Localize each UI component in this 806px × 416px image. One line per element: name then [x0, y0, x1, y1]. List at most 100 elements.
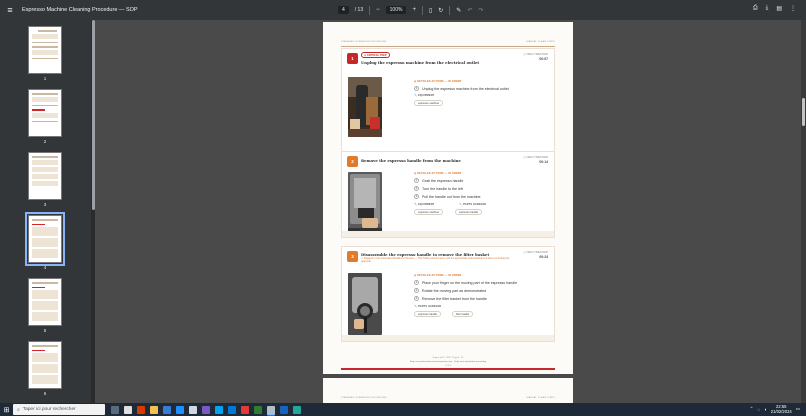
equipment-chip: espresso machine [414, 209, 444, 215]
card-footer [342, 231, 554, 237]
page-footer-note: Steps are performed by trained operators… [409, 361, 487, 363]
app-icon[interactable] [280, 405, 288, 414]
clock-date: 21/02/2024 [770, 409, 792, 414]
sidebar-scrollbar[interactable] [91, 20, 95, 403]
action-item: 2 Turn the handle to the left [414, 186, 463, 191]
app-icon[interactable] [241, 405, 249, 414]
edge-icon[interactable] [293, 405, 301, 414]
app-icon[interactable] [254, 405, 262, 414]
app-icon[interactable] [163, 405, 171, 414]
page-header-left: STANDARD OPERATING PROCEDURE [341, 397, 387, 399]
save-copy-icon[interactable]: ⎙ [753, 5, 758, 12]
thumbnail-label: 1 [43, 76, 47, 81]
page-thumbnail[interactable] [28, 152, 62, 200]
app-icon[interactable] [215, 405, 223, 414]
step-photo [348, 172, 382, 232]
taskbar-apps [111, 405, 301, 414]
thumbnail-label: 4 [43, 265, 47, 270]
taskbar-search[interactable]: ⌕ Taper ici pour rechercher [13, 404, 105, 415]
card-footer [342, 335, 554, 341]
app-icon[interactable] [202, 405, 210, 414]
zoom-input[interactable]: 100% [385, 6, 407, 14]
page-footer-number: 4 / 13 [445, 365, 451, 367]
page-header: STANDARD OPERATING PROCEDURE MANUAL CLEA… [341, 397, 555, 399]
clock[interactable]: 22:55 21/02/2024 [771, 404, 792, 414]
windows-start-icon[interactable]: ⊞ [0, 406, 13, 414]
search-icon: ⌕ [17, 407, 20, 413]
page-thumbnail[interactable] [28, 341, 62, 389]
system-tray: ⌃ ◌ ◖ 22:55 21/02/2024 ▭ [750, 404, 800, 414]
page-header-right: MANUAL CLEAN STEPS [526, 41, 555, 43]
pdf-page: STANDARD OPERATING PROCEDURE MANUAL CLEA… [323, 22, 573, 374]
app-icon[interactable] [124, 405, 132, 414]
pdf-viewer-icon[interactable] [267, 405, 275, 414]
page-header-right: MANUAL CLEAN STEPS [526, 397, 555, 399]
video-timestamp-label: ◷ VIDEO TIMESTAMP [523, 53, 548, 56]
step-number: 1 [347, 53, 358, 64]
action-item: 1 Grab the espresso handle [414, 178, 464, 183]
equipment-label: 🔧 EQUIPMENT [414, 203, 435, 206]
page-thumbnail[interactable] [28, 26, 62, 74]
fit-page-icon[interactable]: ▯ [429, 7, 432, 14]
redo-icon[interactable]: ↷ [478, 7, 483, 14]
menu-icon[interactable]: ≡ [0, 5, 20, 15]
page-footer: Page 4 of 13 · SOP · Page 4 · 13 [432, 357, 464, 359]
main-scrollbar[interactable] [801, 20, 806, 403]
page-thumbnail[interactable] [28, 89, 62, 137]
step-card: 1 ⚠ CRITICAL STEP Unplug the espresso ma… [341, 48, 555, 166]
step-number: 2 [347, 156, 358, 167]
video-timestamp-label: ◷ VIDEO TIMESTAMP [523, 251, 548, 254]
windows-taskbar: ⊞ ⌕ Taper ici pour rechercher ⌃ ◌ ◖ 22:5… [0, 403, 806, 416]
app-icon[interactable] [176, 405, 184, 414]
action-item: 2 Rotate the moving part as demonstrated [414, 288, 487, 293]
video-timestamp-label: ◷ VIDEO TIMESTAMP [523, 156, 548, 159]
divider [421, 5, 423, 15]
action-item: 3 Remove the filter basket from the handl… [414, 296, 487, 301]
page-controls: 4 / 13 − 100% + ▯ ↻ ✎ ↶ ↷ [338, 4, 483, 16]
video-timestamp: 00:07 [539, 57, 548, 61]
undo-icon[interactable]: ↶ [467, 7, 472, 14]
volume-icon[interactable]: ◖ [764, 407, 767, 412]
print-icon[interactable]: ▤ [776, 5, 782, 12]
pdf-page-next: STANDARD OPERATING PROCEDURE MANUAL CLEA… [323, 378, 573, 403]
chevron-up-icon[interactable]: ⌃ [750, 406, 754, 412]
detailed-actions-label: ◎ DETAILED ACTIONS — IN ORDER [414, 80, 462, 83]
file-explorer-icon[interactable] [150, 405, 158, 414]
page-header-left: STANDARD OPERATING PROCEDURE [341, 41, 387, 43]
search-placeholder: Taper ici pour rechercher [22, 407, 76, 412]
draw-icon[interactable]: ✎ [456, 7, 461, 14]
app-icon[interactable] [137, 405, 145, 414]
zoom-out-button[interactable]: − [376, 7, 380, 13]
parts-handled-label: 🔧 PARTS HANDLED [414, 305, 442, 308]
divider [369, 5, 371, 15]
warning-text: ⚠ Flagged in the Automated Readiness Rev… [361, 257, 510, 264]
video-timestamp: 00:24 [539, 255, 548, 259]
task-view-icon[interactable] [111, 405, 119, 414]
action-item: 1 Place your finger on the moving part of… [414, 280, 518, 285]
vscode-icon[interactable] [228, 405, 236, 414]
action-item: 1 Unplug the espresso machine from the el… [414, 86, 509, 91]
page-thumbnail-active[interactable] [25, 212, 65, 266]
network-icon[interactable]: ◌ [757, 407, 760, 412]
page-thumbnail[interactable] [28, 278, 62, 326]
zoom-in-button[interactable]: + [412, 7, 416, 13]
download-icon[interactable]: ⤓ [766, 5, 769, 12]
thumbnail-label: 3 [43, 202, 47, 207]
pdf-toolbar: ≡ Espresso Machine Cleaning Procedure — … [0, 0, 806, 20]
page-total: / 13 [354, 7, 364, 13]
step-title: Unplug the espresso machine from the ele… [361, 60, 480, 65]
more-options-icon[interactable]: ⋮ [790, 5, 796, 12]
part-chip: espresso handle [414, 311, 442, 317]
page-bottom-rule [341, 368, 555, 370]
page-header: STANDARD OPERATING PROCEDURE MANUAL CLEA… [341, 41, 555, 43]
part-chip: filter basket [452, 311, 474, 317]
equipment-chip: espresso machine [414, 100, 444, 106]
rotate-icon[interactable]: ↻ [438, 7, 443, 14]
app-icon[interactable] [189, 405, 197, 414]
thumbnail-sidebar: 1 2 3 4 5 6 [0, 20, 91, 403]
page-number-input[interactable]: 4 [338, 6, 349, 14]
notification-icon[interactable]: ▭ [796, 406, 800, 412]
divider [449, 5, 451, 15]
equipment-label: 🔧 EQUIPMENT [414, 94, 435, 97]
step-card: 2 Remove the espresso handle from the ma… [341, 151, 555, 238]
